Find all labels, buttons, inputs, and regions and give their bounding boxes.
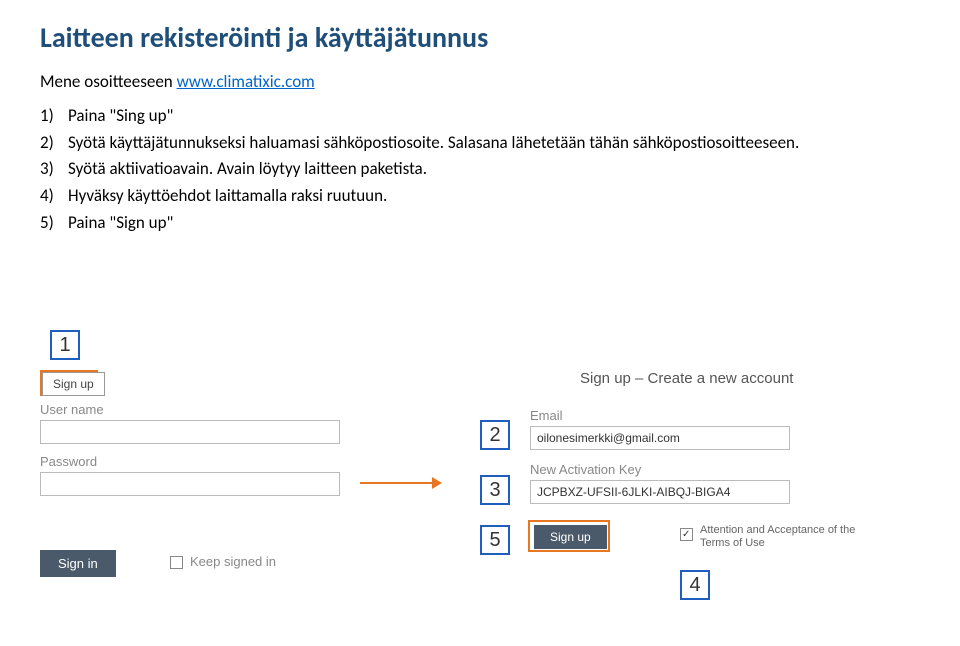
step-number: 5)	[40, 211, 68, 236]
terms-checkbox[interactable]	[680, 528, 693, 541]
step-text: Syötä käyttäjätunnukseksi haluamasi sähk…	[68, 131, 920, 156]
step-number: 1)	[40, 104, 68, 129]
signin-button[interactable]: Sign in	[40, 550, 116, 577]
signup-section-title: Sign up – Create a new account	[580, 370, 793, 387]
step-text: Syötä aktiivatioavain. Avain löytyy lait…	[68, 157, 920, 182]
step-1: 1) Paina "Sing up"	[40, 104, 920, 129]
step-number: 4)	[40, 184, 68, 209]
signup-top-button[interactable]: Sign up	[42, 372, 105, 396]
callout-4: 4	[680, 570, 710, 600]
password-input[interactable]	[40, 472, 340, 496]
keep-signed-checkbox[interactable]	[170, 556, 183, 569]
step-5: 5) Paina "Sign up"	[40, 211, 920, 236]
terms-label: Attention and Acceptance of the Terms of…	[700, 524, 860, 550]
callout-2: 2	[480, 420, 510, 450]
activation-key-label: New Activation Key	[530, 462, 641, 477]
page-title: Laitteen rekisteröinti ja käyttäjätunnus	[40, 20, 920, 55]
step-text: Hyväksy käyttöehdot laittamalla raksi ru…	[68, 184, 920, 209]
step-number: 3)	[40, 157, 68, 182]
screenshot-diagram: 1 Sign up User name Password Sign in Kee…	[40, 320, 920, 620]
step-text: Paina "Sing up"	[68, 104, 920, 129]
intro-text: Mene osoitteeseen www.climatixic.com	[40, 71, 920, 92]
callout-3: 3	[480, 475, 510, 505]
username-input[interactable]	[40, 420, 340, 444]
callout-1: 1	[50, 330, 80, 360]
intro-prefix: Mene osoitteeseen	[40, 71, 177, 92]
keep-signed-label: Keep signed in	[190, 554, 276, 569]
activation-key-input[interactable]: JCPBXZ-UFSII-6JLKI-AIBQJ-BIGA4	[530, 480, 790, 504]
step-4: 4) Hyväksy käyttöehdot laittamalla raksi…	[40, 184, 920, 209]
email-label: Email	[530, 408, 563, 423]
step-text: Paina "Sign up"	[68, 211, 920, 236]
steps-list: 1) Paina "Sing up" 2) Syötä käyttäjätunn…	[40, 104, 920, 235]
step-3: 3) Syötä aktiivatioavain. Avain löytyy l…	[40, 157, 920, 182]
step-2: 2) Syötä käyttäjätunnukseksi haluamasi s…	[40, 131, 920, 156]
email-input[interactable]: oilonesimerkki@gmail.com	[530, 426, 790, 450]
signup-bottom-button[interactable]: Sign up	[534, 525, 607, 549]
arrow-icon	[360, 482, 440, 484]
password-label: Password	[40, 454, 97, 469]
step-number: 2)	[40, 131, 68, 156]
username-label: User name	[40, 402, 104, 417]
intro-link[interactable]: www.climatixic.com	[177, 71, 315, 92]
callout-5: 5	[480, 525, 510, 555]
